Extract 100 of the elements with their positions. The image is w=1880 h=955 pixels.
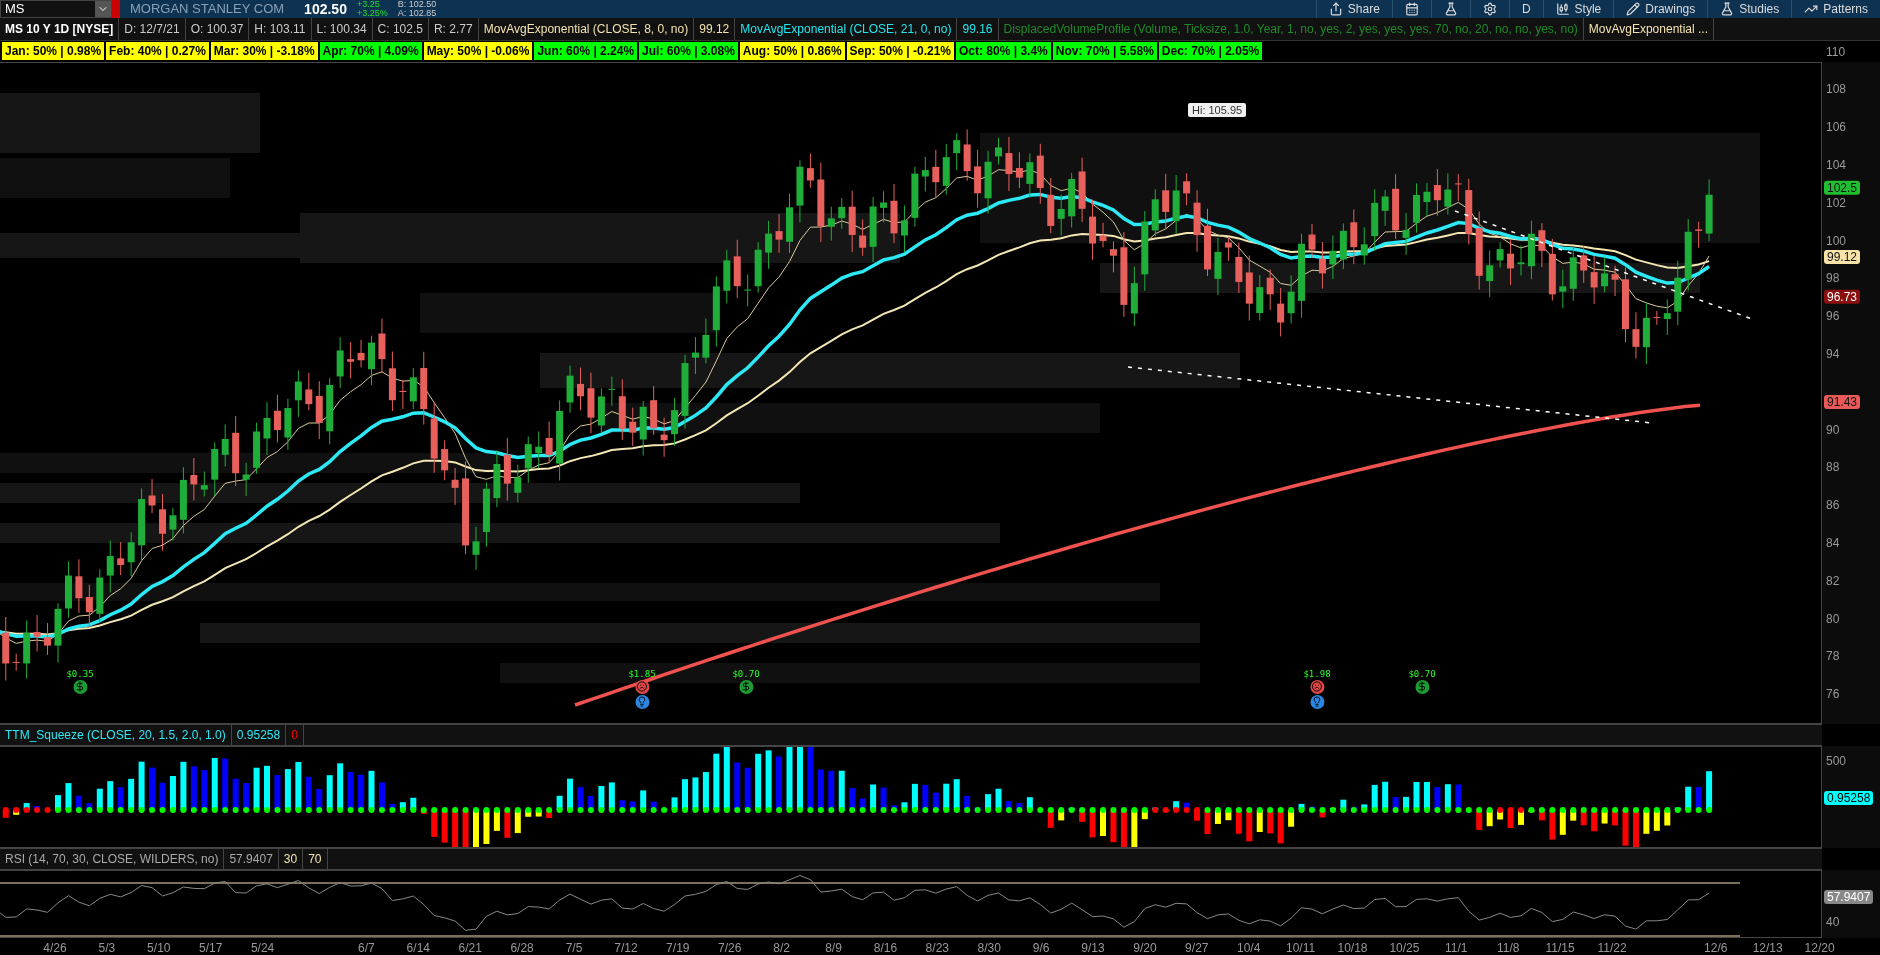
- date-axis-label: 9/13: [1081, 940, 1105, 955]
- date-axis-label: 12/13: [1752, 940, 1783, 955]
- date-axis-label: 9/27: [1185, 940, 1209, 955]
- date-axis-label: 7/12: [614, 940, 638, 955]
- price-axis-label: 102: [1826, 195, 1847, 210]
- price-axis-label: 76: [1826, 687, 1840, 702]
- seasonality-label: Dec: 70% | 2.05%: [1158, 42, 1263, 60]
- earnings-amount: $1.85: [628, 668, 656, 679]
- price-axis-label: 104: [1826, 157, 1847, 172]
- price-axis-label: 82: [1826, 573, 1840, 588]
- frown-icon[interactable]: [1310, 679, 1324, 694]
- date-axis-label: 6/14: [406, 940, 430, 955]
- candlestick-icon: [1555, 1, 1570, 16]
- flask-icon: [1720, 1, 1735, 16]
- quote-value: H: 103.11: [249, 17, 312, 40]
- study-label[interactable]: DisplacedVolumeProfile (Volume, Ticksize, 1.0, Year, 1, no, yes, 2, yes, yes, yes, 70, no, 20, no, no, yes, no): [998, 17, 1584, 40]
- quote-value: C: 102.5: [372, 17, 429, 40]
- study-label[interactable]: MovAvgExponential ...: [1583, 17, 1714, 40]
- date-axis-label: 8/2: [773, 940, 790, 955]
- price-axis-label: 78: [1826, 649, 1840, 664]
- chart-title: MS 10 Y 1D [NYSE]: [0, 17, 120, 40]
- calendar-icon[interactable]: [1404, 1, 1419, 16]
- quote-value: D: 12/7/21: [119, 17, 186, 40]
- date-axis-label: 10/25: [1389, 940, 1420, 955]
- squeeze-value-badge: 0.95258: [1824, 790, 1874, 805]
- price-axis-label: 94: [1826, 346, 1840, 361]
- settings-icon[interactable]: [1482, 1, 1497, 16]
- date-axis-label: 7/5: [565, 940, 583, 955]
- seasonality-label: Nov: 70% | 5.58%: [1052, 42, 1157, 60]
- date-axis-label: 11/22: [1597, 940, 1627, 955]
- study-value: 99.16: [957, 17, 999, 40]
- date-axis-label: 12/20: [1804, 940, 1835, 955]
- price-badge: 96.73: [1824, 290, 1861, 304]
- quote-value: R: 2.77: [428, 17, 479, 40]
- share-icon: [1328, 1, 1343, 16]
- symbol-field[interactable]: MS: [0, 0, 112, 18]
- study-label[interactable]: MovAvgExponential (CLOSE, 8, 0, no): [478, 17, 695, 40]
- quote-value: L: 100.34: [311, 17, 373, 40]
- date-axis-label: 7/19: [666, 940, 690, 955]
- company-name: MORGAN STANLEY COM: [130, 1, 285, 17]
- seasonality-label: Mar: 30% | -3.18%: [210, 42, 318, 60]
- seasonality-label: Jul: 60% | 3.08%: [639, 42, 738, 60]
- price-axis-label: 108: [1826, 82, 1847, 97]
- high-price-label: Hi: 105.95: [1188, 102, 1247, 117]
- study-label[interactable]: RSI (14, 70, 30, CLOSE, WILDERS, no): [0, 847, 225, 870]
- dollar-icon[interactable]: [73, 679, 87, 694]
- flask-icon[interactable]: [1443, 1, 1458, 16]
- date-axis-label: 10/11: [1286, 940, 1316, 955]
- percent-change: +3.25%: [356, 8, 388, 18]
- seasonality-label: Feb: 40% | 0.27%: [106, 42, 209, 60]
- ask-price: A: 102.85: [397, 8, 437, 18]
- study-value: 57.9407: [224, 847, 279, 870]
- date-axis-label: 5/17: [199, 940, 223, 955]
- seasonality-label: May: 50% | -0.06%: [423, 42, 533, 60]
- study-value: 0.95258: [231, 723, 287, 746]
- price-axis-label: 86: [1826, 498, 1840, 513]
- study-label[interactable]: MovAvgExponential (CLOSE, 21, 0, no): [735, 17, 958, 40]
- dividend-amount: $0.70: [732, 668, 760, 679]
- quote-value: O: 100.37: [185, 17, 250, 40]
- dividend-amount: $0.35: [66, 668, 94, 679]
- date-axis-label: 8/16: [873, 940, 898, 955]
- date-axis-label: 12/6: [1704, 940, 1728, 955]
- dollar-icon[interactable]: [1415, 679, 1429, 694]
- date-axis-label: 11/1: [1445, 940, 1468, 955]
- rsi-axis-label: 40: [1826, 914, 1840, 929]
- price-change: +3.25: [356, 0, 381, 9]
- seasonality-label: Jun: 60% | 2.24%: [534, 42, 638, 60]
- dividend-amount: $0.70: [1408, 668, 1436, 679]
- price-axis-label: 88: [1826, 460, 1840, 475]
- price-axis-label: 90: [1826, 422, 1840, 437]
- price-badge: 91.43: [1824, 395, 1861, 410]
- lightbulb-icon[interactable]: [1310, 694, 1324, 709]
- seasonality-label: Jan: 50% | 0.98%: [2, 42, 105, 60]
- last-price: 102.50: [304, 0, 347, 17]
- date-axis-label: 10/4: [1237, 940, 1261, 955]
- price-axis-label: 84: [1826, 535, 1840, 550]
- lightbulb-icon[interactable]: [635, 694, 649, 709]
- rsi-value-badge: 57.9407: [1824, 889, 1874, 904]
- date-axis-label: 6/28: [510, 940, 534, 955]
- date-axis-label: 5/24: [250, 940, 275, 955]
- date-axis-label: 7/26: [718, 940, 742, 955]
- bid-price: B: 102.50: [397, 0, 437, 9]
- seasonality-label: Aug: 50% | 0.86%: [739, 42, 845, 60]
- date-axis-label: 8/30: [977, 940, 1001, 955]
- date-axis-label: 10/18: [1337, 940, 1368, 955]
- date-axis-label: 6/7: [358, 940, 375, 955]
- price-badge: 102.5: [1824, 180, 1861, 195]
- date-axis-label: 11/8: [1496, 940, 1520, 955]
- date-axis-label: 8/23: [925, 940, 949, 955]
- histogram-axis-label: 500: [1826, 753, 1847, 768]
- date-axis-label: 4/26: [43, 940, 67, 955]
- price-axis-label: 100: [1826, 233, 1847, 248]
- seasonality-label: Oct: 80% | 3.4%: [956, 42, 1051, 60]
- seasonality-label: Sep: 50% | -0.21%: [846, 42, 954, 60]
- date-axis-label: 5/10: [147, 940, 171, 955]
- date-axis-label: 9/20: [1133, 940, 1157, 955]
- study-label[interactable]: TTM_Squeeze (CLOSE, 20, 1.5, 2.0, 1.0): [0, 723, 232, 746]
- price-axis-label: 80: [1826, 611, 1840, 626]
- oversold-level: 30: [278, 847, 304, 870]
- price-axis-label: 96: [1826, 309, 1840, 324]
